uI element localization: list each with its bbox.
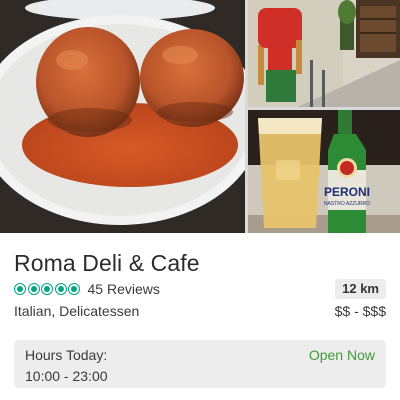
restaurant-info: Roma Deli & Cafe 45 Reviews 12 km Italia… [0,233,400,400]
hours-value: 10:00 - 23:00 [25,368,108,384]
price-range: $$ - $$$ [334,303,386,319]
distance-badge: 12 km [335,279,386,299]
cuisine-text: Italian, Delicatessen [14,303,140,319]
rating-bubble-icon [68,283,80,295]
open-status: Open Now [308,347,375,363]
beer-brand-subtext: NASTRO AZZURRO [324,201,370,207]
hours-label: Hours Today: [25,347,108,363]
photo-gallery[interactable]: PERONI NASTRO AZZURRO [0,0,400,233]
rating-row[interactable]: 45 Reviews [14,281,160,297]
photo-beer[interactable]: PERONI NASTRO AZZURRO [248,110,400,233]
rating-bubble-icon [14,283,26,295]
beer-brand-text: PERONI [324,185,370,199]
review-count-link[interactable]: 45 Reviews [88,281,160,297]
photo-interior[interactable] [248,0,400,107]
rating-bubble-icon [41,283,53,295]
rating-bubble-icon [54,283,67,295]
restaurant-name: Roma Deli & Cafe [14,250,200,276]
rating-bubble-icon [27,283,40,295]
photo-meatballs[interactable] [0,0,245,233]
hours-panel[interactable]: Hours Today: 10:00 - 23:00 Open Now [14,340,386,388]
